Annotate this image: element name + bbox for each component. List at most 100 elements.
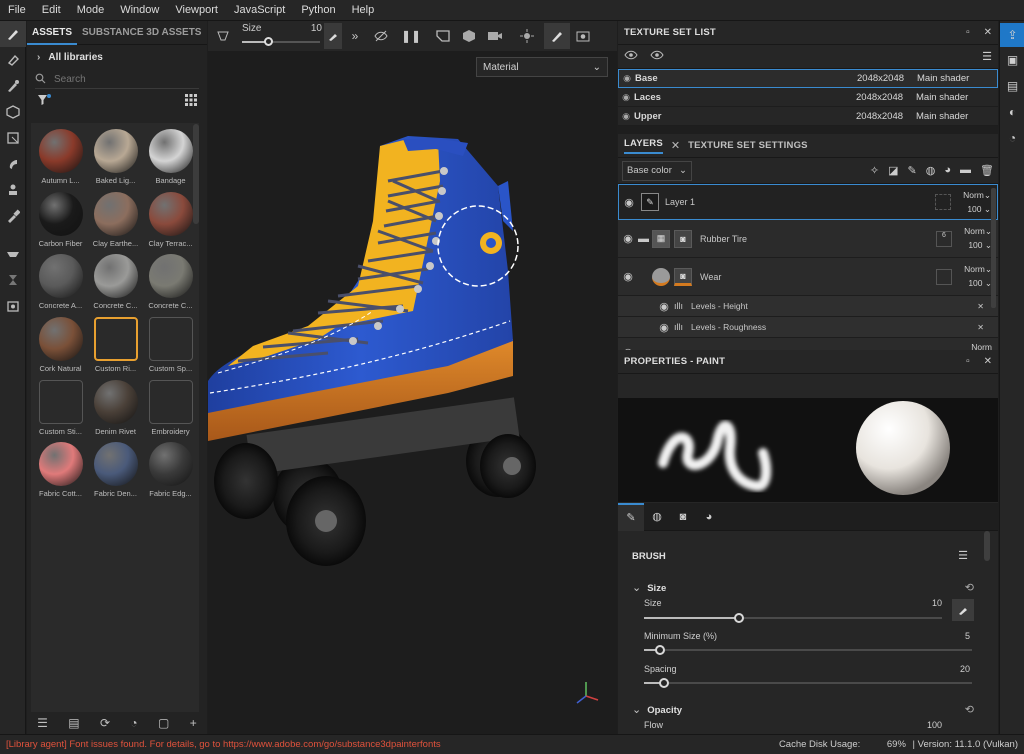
eye-icon[interactable]: ◉ bbox=[654, 300, 674, 313]
asset-item[interactable]: Custom Sti... bbox=[33, 378, 88, 441]
lighting-icon[interactable] bbox=[514, 23, 540, 49]
search-input[interactable] bbox=[54, 74, 174, 85]
magic-wand-icon[interactable]: ✧ bbox=[870, 164, 879, 177]
menu-help[interactable]: Help bbox=[344, 4, 383, 16]
asset-item[interactable]: Embroidery bbox=[143, 378, 198, 441]
status-message[interactable]: [Library agent] Font issues found. For d… bbox=[6, 739, 441, 750]
add-mask-icon[interactable]: ◪ bbox=[888, 164, 898, 177]
maximize-icon[interactable]: ▫ bbox=[966, 356, 970, 367]
opacity-section-header[interactable]: ⌄ Opacity bbox=[632, 703, 682, 716]
material-tab-icon[interactable]: ◕ bbox=[696, 503, 722, 531]
asset-item[interactable]: Custom Sp... bbox=[143, 315, 198, 378]
history-icon[interactable]: ◔ bbox=[1000, 125, 1024, 151]
asset-item[interactable]: Bandage bbox=[143, 127, 198, 190]
asset-item[interactable]: Carbon Fiber bbox=[33, 190, 88, 253]
spacing-slider[interactable] bbox=[644, 678, 972, 688]
layer-item[interactable]: ◉ Norm bbox=[618, 338, 998, 350]
texture-set-row[interactable]: ◉ Laces 2048x2048 Main shader bbox=[618, 88, 998, 107]
reset-icon[interactable]: ⟲ bbox=[965, 703, 974, 716]
layer-item[interactable]: ◉ ▬ ▦ ◙ Rubber Tire 6 Norm⌄ 100 ⌄ bbox=[618, 220, 998, 258]
close-icon[interactable]: ✕ bbox=[984, 27, 992, 38]
layer-item[interactable]: ◉ ◙ Wear Norm⌄ 100 ⌄ bbox=[618, 258, 998, 296]
layer-blend-block[interactable]: Norm⌄ 100 ⌄ bbox=[964, 224, 992, 252]
menu-edit[interactable]: Edit bbox=[34, 4, 69, 16]
hide-ui-icon[interactable] bbox=[368, 23, 394, 49]
asset-item[interactable]: Clay Earthe... bbox=[88, 190, 143, 253]
asset-item[interactable]: Fabric Cott... bbox=[33, 440, 88, 503]
effect-item[interactable]: ◉ ıllı Levels - Roughness ✕ bbox=[618, 317, 998, 338]
add-folder-icon[interactable]: ▬ bbox=[960, 164, 971, 177]
alpha-tab-icon[interactable]: ◍ bbox=[644, 503, 670, 531]
texture-set-row[interactable]: ◉ Base 2048x2048 Main shader bbox=[618, 69, 998, 88]
eye-icon[interactable]: ◉ bbox=[619, 196, 639, 209]
assets-scrollbar[interactable] bbox=[193, 124, 199, 224]
menu-python[interactable]: Python bbox=[293, 4, 343, 16]
reset-icon[interactable]: ⟲ bbox=[965, 581, 974, 594]
material-select[interactable]: Material ⌄ bbox=[476, 57, 608, 77]
channel-select[interactable]: Base color ⌄ bbox=[622, 160, 692, 181]
eye-icon[interactable]: ◉ bbox=[619, 73, 635, 84]
camera-capture-icon[interactable] bbox=[0, 293, 26, 319]
preset-menu-icon[interactable]: ☰ bbox=[958, 549, 968, 562]
list-menu-icon[interactable]: ☰ bbox=[982, 50, 992, 63]
polygon-fill-icon[interactable] bbox=[0, 125, 26, 151]
eye-icon[interactable]: ◉ bbox=[618, 346, 638, 350]
camera-icon[interactable] bbox=[482, 23, 508, 49]
smudge-tool-icon[interactable] bbox=[0, 151, 26, 177]
asset-item[interactable]: Denim Rivet bbox=[88, 378, 143, 441]
asset-item[interactable]: Clay Terrac... bbox=[143, 190, 198, 253]
eye-icon[interactable]: ◉ bbox=[654, 321, 674, 334]
pen-pressure-icon[interactable] bbox=[952, 599, 974, 621]
minimum-size-slider[interactable] bbox=[644, 645, 972, 655]
asset-item[interactable]: Concrete C... bbox=[143, 252, 198, 315]
display-settings-icon[interactable]: ▣ bbox=[1000, 47, 1024, 73]
menu-viewport[interactable]: Viewport bbox=[167, 4, 226, 16]
texture-set-row[interactable]: ◉ Upper 2048x2048 Main shader bbox=[618, 107, 998, 126]
add-fill-layer-icon[interactable]: ◍ bbox=[926, 164, 936, 177]
asset-item[interactable]: Custom Ri... bbox=[88, 315, 143, 378]
menu-file[interactable]: File bbox=[0, 4, 34, 16]
asset-item[interactable]: Concrete A... bbox=[33, 252, 88, 315]
selection-mode-icon[interactable] bbox=[430, 23, 456, 49]
add-effect-icon[interactable]: ◕ bbox=[944, 164, 951, 177]
eraser-tool-icon[interactable] bbox=[0, 47, 26, 73]
menu-window[interactable]: Window bbox=[112, 4, 167, 16]
tab-assets[interactable]: ASSETS bbox=[27, 21, 78, 45]
brush-tab-icon[interactable]: ✎ bbox=[618, 502, 644, 531]
color-picker-icon[interactable] bbox=[0, 203, 26, 229]
add-paint-layer-icon[interactable]: ✎ bbox=[908, 164, 917, 177]
layer-blend-block[interactable]: Norm⌄ 100 ⌄ bbox=[964, 262, 992, 290]
layer-item[interactable]: ◉ ✎ Layer 1 Norm⌄ 100 ⌄ bbox=[618, 184, 998, 220]
asset-item[interactable]: Baked Lig... bbox=[88, 127, 143, 190]
eye-icon[interactable] bbox=[650, 50, 664, 63]
asset-item[interactable]: Concrete C... bbox=[88, 252, 143, 315]
new-folder-icon[interactable]: ▢ bbox=[158, 716, 169, 730]
menu-javascript[interactable]: JavaScript bbox=[226, 4, 293, 16]
bake-icon[interactable] bbox=[0, 267, 26, 293]
import-icon[interactable]: ☰ bbox=[37, 716, 48, 730]
eye-icon[interactable]: ◉ bbox=[618, 270, 638, 283]
maximize-icon[interactable]: ▫ bbox=[966, 27, 970, 38]
size-slider[interactable] bbox=[242, 37, 320, 46]
expand-toolbar-icon[interactable]: » bbox=[342, 23, 368, 49]
eye-icon[interactable]: ◉ bbox=[618, 111, 634, 122]
size-section-header[interactable]: ⌄ Size bbox=[632, 581, 666, 594]
visibility-settings-icon[interactable] bbox=[624, 50, 638, 63]
properties-scrollbar[interactable] bbox=[984, 531, 990, 561]
history-icon[interactable]: ◔ bbox=[130, 716, 137, 730]
viewport-3d[interactable] bbox=[208, 21, 617, 734]
effect-item[interactable]: ◉ ıllı Levels - Height ✕ bbox=[618, 296, 998, 317]
layer-blend-block[interactable]: Norm⌄ 100 ⌄ bbox=[963, 188, 991, 216]
size-slider[interactable] bbox=[644, 613, 942, 623]
asset-item[interactable]: Cork Natural bbox=[33, 315, 88, 378]
refresh-icon[interactable]: ⟳ bbox=[100, 716, 110, 730]
share-icon[interactable]: ⇪ bbox=[1000, 23, 1024, 47]
add-icon[interactable]: + bbox=[190, 716, 197, 730]
eye-icon[interactable]: ◉ bbox=[618, 92, 634, 103]
tab-substance-3d-assets[interactable]: SUBSTANCE 3D ASSETS bbox=[77, 21, 206, 45]
grid-view-icon[interactable] bbox=[185, 93, 197, 109]
shader-settings-icon[interactable]: ▤ bbox=[1000, 73, 1024, 99]
paint-brush-tool-icon[interactable] bbox=[0, 21, 26, 47]
eye-icon[interactable]: ◉ bbox=[618, 232, 638, 245]
anchor-tool-icon[interactable] bbox=[0, 241, 26, 267]
